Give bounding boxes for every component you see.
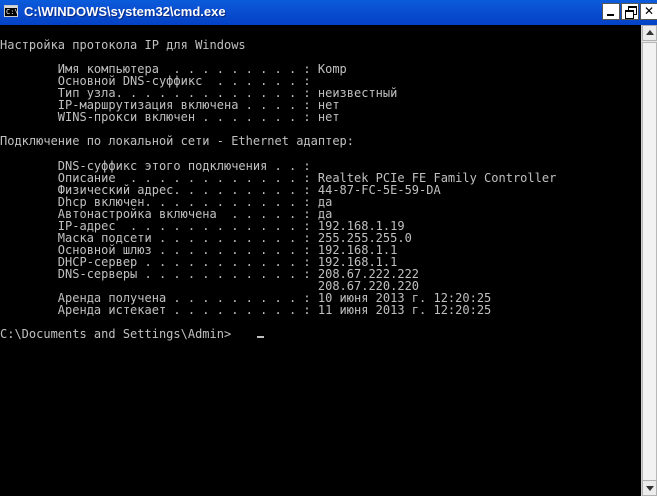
text-cursor: [257, 336, 264, 338]
console-line: Настройка протокола IP для Windows: [0, 38, 246, 52]
cmd-console-icon[interactable]: C:\: [4, 5, 19, 17]
minimize-button[interactable]: [602, 3, 620, 20]
scroll-thumb[interactable]: [642, 42, 657, 482]
console-output[interactable]: Настройка протокола IP для Windows Имя к…: [0, 25, 641, 496]
window-title: C:\WINDOWS\system32\cmd.exe: [24, 4, 226, 19]
scroll-down-button[interactable]: [642, 480, 657, 496]
console-line: Аренда истекает . . . . . . . . . : 11 и…: [0, 303, 492, 317]
vertical-scrollbar[interactable]: [641, 25, 657, 496]
title-bar[interactable]: C:\ C:\WINDOWS\system32\cmd.exe ✕: [0, 0, 657, 26]
icon-glyph: C:\: [6, 8, 19, 16]
console-line: WINS-прокси включен . . . . . . . : нет: [0, 110, 340, 124]
console-line: Подключение по локальной сети - Ethernet…: [0, 134, 355, 148]
close-button[interactable]: ✕: [640, 3, 657, 20]
command-prompt[interactable]: C:\Documents and Settings\Admin>: [0, 328, 231, 340]
restore-button[interactable]: [621, 3, 639, 20]
scroll-up-button[interactable]: [642, 25, 657, 41]
